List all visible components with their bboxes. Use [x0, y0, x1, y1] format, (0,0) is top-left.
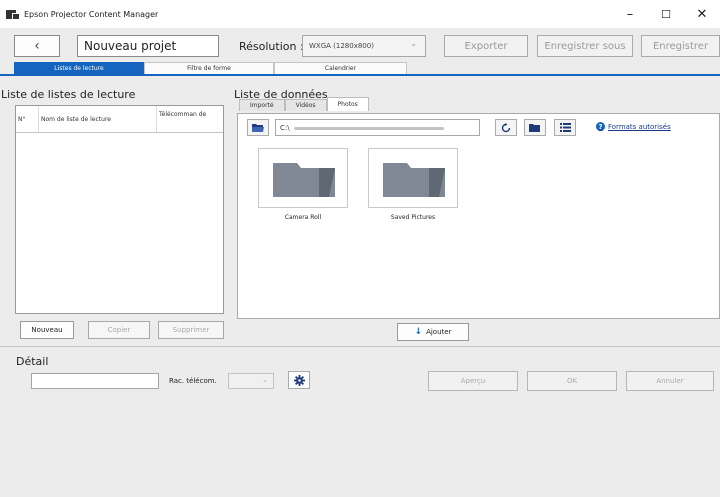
playlist-pane: Liste de listes de lecture N° Nom de lis… [0, 78, 231, 346]
playlist-table-header: N° Nom de liste de lecture Télécomman de [16, 106, 223, 133]
chevron-down-icon: ⌄ [410, 39, 417, 48]
folder-thumbnail [368, 148, 458, 208]
view-toggle-button[interactable] [554, 119, 576, 136]
path-text: C:\ [280, 124, 290, 132]
redacted-path [293, 126, 444, 130]
chevron-down-icon: ⌄ [262, 376, 268, 384]
remote-shortcut-label: Rac. télécom. [169, 377, 217, 385]
resolution-value: WXGA (1280x800) [309, 42, 374, 50]
preview-button[interactable]: Aperçu [428, 371, 518, 391]
data-browser: C:\ ? Formats autorisés Camera Roll Save… [237, 113, 720, 319]
gear-icon [293, 374, 305, 386]
window-title: Epson Projector Content Manager [24, 9, 159, 19]
browse-folder-button[interactable] [247, 119, 269, 136]
save-as-button[interactable]: Enregistrer sous [537, 35, 633, 57]
copy-playlist-button[interactable]: Copier [88, 321, 150, 339]
refresh-button[interactable] [495, 119, 517, 136]
folder-icon [529, 123, 540, 132]
tab-playlists[interactable]: Listes de lecture [14, 62, 144, 74]
minimize-button[interactable]: – [612, 0, 648, 28]
folder-icon [273, 163, 335, 197]
tab-shape-filter[interactable]: Filtre de forme [144, 62, 274, 74]
resolution-label: Résolution : [239, 40, 304, 53]
folder-item-camera-roll[interactable]: Camera Roll [258, 148, 348, 221]
detail-title: Détail [16, 355, 49, 368]
allowed-formats-link[interactable]: ? Formats autorisés [596, 122, 671, 131]
data-type-tabs: Importé Vidéos Photos [239, 97, 369, 113]
export-button[interactable]: Exporter [444, 35, 528, 57]
tab-videos[interactable]: Vidéos [284, 99, 327, 111]
window-controls: – ☐ ✕ [612, 0, 720, 28]
back-button[interactable]: ‹ [14, 35, 60, 57]
close-button[interactable]: ✕ [684, 0, 720, 28]
list-view-icon [559, 123, 571, 132]
path-row: C:\ ? Formats autorisés [244, 119, 720, 137]
detail-panel: Détail Rac. télécom. ⌄ Aperçu OK Annuler [0, 346, 720, 497]
ok-button[interactable]: OK [527, 371, 617, 391]
title-bar: Epson Projector Content Manager – ☐ ✕ [0, 0, 720, 28]
cancel-button[interactable]: Annuler [626, 371, 714, 391]
column-header-number[interactable]: N° [16, 106, 39, 132]
help-icon: ? [596, 122, 605, 131]
add-button[interactable]: ↓ Ajouter [397, 323, 469, 341]
detail-name-field[interactable] [31, 373, 159, 389]
column-header-name[interactable]: Nom de liste de lecture [39, 106, 157, 132]
playlist-table[interactable]: N° Nom de liste de lecture Télécomman de [15, 105, 224, 314]
data-list-pane: Liste de données Importé Vidéos Photos C… [231, 78, 720, 346]
tab-photos[interactable]: Photos [326, 97, 369, 111]
path-field[interactable]: C:\ [275, 119, 480, 136]
allowed-formats-label: Formats autorisés [608, 122, 671, 131]
new-playlist-button[interactable]: Nouveau [20, 321, 74, 339]
maximize-button[interactable]: ☐ [648, 0, 684, 28]
remote-shortcut-select[interactable]: ⌄ [228, 373, 274, 389]
app-logo-icon [6, 8, 20, 20]
main-tab-strip: Listes de lecture Filtre de forme Calend… [0, 62, 720, 76]
settings-button[interactable] [288, 371, 310, 389]
save-button[interactable]: Enregistrer [641, 35, 720, 57]
folder-thumbnail [258, 148, 348, 208]
add-label: Ajouter [426, 328, 452, 336]
tab-calendar[interactable]: Calendrier [274, 62, 407, 74]
toolbar: ‹ Nouveau projet Résolution : WXGA (1280… [0, 28, 720, 62]
folder-open-icon [252, 123, 264, 132]
folder-item-saved-pictures[interactable]: Saved Pictures [368, 148, 458, 221]
folder-icon [383, 163, 445, 197]
resolution-select[interactable]: WXGA (1280x800) ⌄ [302, 35, 426, 57]
project-name-field[interactable]: Nouveau projet [77, 35, 219, 57]
delete-playlist-button[interactable]: Supprimer [158, 321, 224, 339]
folder-label: Camera Roll [284, 214, 322, 221]
playlist-section-title: Liste de listes de lecture [1, 88, 136, 101]
column-header-remote[interactable]: Télécomman de [157, 106, 223, 132]
open-folder-button[interactable] [524, 119, 546, 136]
arrow-down-icon: ↓ [414, 327, 423, 337]
folder-label: Saved Pictures [390, 214, 436, 221]
tab-imported[interactable]: Importé [239, 99, 285, 111]
refresh-icon [501, 122, 511, 132]
